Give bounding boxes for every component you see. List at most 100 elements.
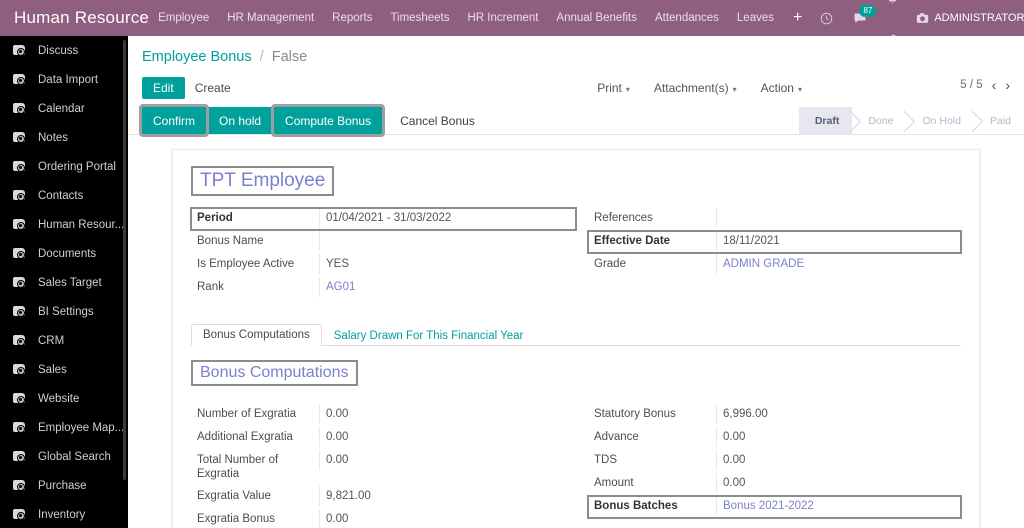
add-menu-icon[interactable]: + bbox=[783, 0, 812, 36]
main-menu: Employee HR Management Reports Timesheets HR… bbox=[149, 0, 783, 36]
sidebar-item-human-resour[interactable]: Human Resour... bbox=[0, 210, 128, 239]
field-label: Rank bbox=[197, 281, 224, 293]
status-stage-on-hold[interactable]: On Hold bbox=[906, 107, 974, 134]
app-module-icon bbox=[13, 102, 28, 115]
on-hold-button[interactable]: On hold bbox=[208, 107, 273, 134]
sidebar-item-documents[interactable]: Documents bbox=[0, 239, 128, 268]
field-value[interactable]: ADMIN GRADE bbox=[716, 254, 961, 275]
field-row: Period 01/04/2021 - 31/03/2022 bbox=[190, 207, 577, 231]
field-value: 6,996.00 bbox=[716, 404, 961, 425]
sidebar-item-label: Human Resour... bbox=[38, 218, 125, 231]
field-row: Bonus Name bbox=[191, 231, 576, 253]
cancel-bonus-button[interactable]: Cancel Bonus bbox=[384, 107, 486, 134]
sidebar-item-sales[interactable]: Sales bbox=[0, 355, 128, 384]
field-row: Rank AG01 bbox=[191, 277, 576, 299]
tab-salary-drawn-for-this-financial-year[interactable]: Salary Drawn For This Financial Year bbox=[322, 325, 536, 346]
menu-item-annual-benefits[interactable]: Annual Benefits bbox=[547, 0, 646, 36]
menu-item-reports[interactable]: Reports bbox=[323, 0, 381, 36]
sidebar-item-label: CRM bbox=[38, 334, 65, 347]
sidebar-item-label: BI Settings bbox=[38, 305, 94, 318]
field-row: Total Number of Exgratia 0.00 bbox=[191, 450, 576, 485]
app-module-icon bbox=[13, 160, 28, 173]
next-record-icon[interactable]: › bbox=[1005, 77, 1010, 93]
field-label: TDS bbox=[594, 454, 617, 466]
chevron-down-icon: ▾ bbox=[797, 85, 802, 94]
field-value[interactable]: Bonus 2021-2022 bbox=[716, 496, 961, 517]
field-row: Exgratia Value 9,821.00 bbox=[191, 485, 576, 508]
messages-count-badge: 87 bbox=[859, 5, 877, 17]
bonus-field-columns: Number of Exgratia 0.00 Additional Exgrati… bbox=[191, 404, 962, 528]
field-value: 0.00 bbox=[319, 404, 576, 425]
workflow-action-bar: Confirm On hold Compute Bonus Cancel Bon… bbox=[128, 104, 1024, 137]
sidebar-item-employee-map[interactable]: Employee Map... bbox=[0, 413, 128, 442]
sidebar-item-crm[interactable]: CRM bbox=[0, 326, 128, 355]
create-button[interactable]: Create bbox=[185, 77, 241, 99]
status-stage-draft[interactable]: Draft bbox=[798, 107, 853, 134]
messages-icon[interactable]: 87 bbox=[845, 0, 877, 36]
compute-bonus-button[interactable]: Compute Bonus bbox=[271, 104, 386, 137]
dropdown-group: Print ▾ Attachment(s) ▾ Action ▾ bbox=[585, 81, 1024, 95]
chevron-down-icon: ▾ bbox=[732, 85, 737, 94]
field-value[interactable]: AG01 bbox=[319, 277, 576, 298]
app-module-icon bbox=[13, 508, 28, 521]
sidebar-item-contacts[interactable]: Contacts bbox=[0, 181, 128, 210]
app-module-icon bbox=[13, 218, 28, 231]
record-title: TPT Employee bbox=[191, 166, 335, 196]
top-left-fields: Period 01/04/2021 - 31/03/2022 Bonus Name I… bbox=[190, 207, 577, 300]
sidebar-item-global-search[interactable]: Global Search bbox=[0, 442, 128, 471]
tab-bonus-computations[interactable]: Bonus Computations bbox=[191, 324, 322, 346]
top-navigation-bar: Human Resource Employee HR Management Repo… bbox=[0, 0, 1024, 41]
breadcrumb-parent[interactable]: Employee Bonus bbox=[142, 49, 252, 65]
clock-icon[interactable] bbox=[812, 0, 841, 36]
form-area: TPT Employee Period 01/04/2021 - 31/03/20… bbox=[128, 135, 1024, 528]
field-row: Grade ADMIN GRADE bbox=[588, 254, 961, 276]
field-label: Grade bbox=[594, 258, 626, 270]
print-dropdown[interactable]: Print ▾ bbox=[585, 81, 642, 95]
app-module-icon bbox=[13, 450, 28, 463]
sidebar-item-purchase[interactable]: Purchase bbox=[0, 471, 128, 500]
status-pipeline: Draft Done On Hold Paid bbox=[798, 107, 1024, 134]
print-label: Print bbox=[597, 81, 622, 95]
app-module-icon bbox=[13, 421, 28, 434]
menu-item-attendances[interactable]: Attendances bbox=[646, 0, 728, 36]
sidebar-item-ordering-portal[interactable]: Ordering Portal bbox=[0, 152, 128, 181]
sidebar-item-bi-settings[interactable]: BI Settings bbox=[0, 297, 128, 326]
previous-record-icon[interactable]: ‹ bbox=[992, 77, 997, 93]
menu-item-hr-increment[interactable]: HR Increment bbox=[458, 0, 547, 36]
field-value: 18/11/2021 bbox=[716, 231, 961, 252]
sidebar-item-label: Discuss bbox=[38, 44, 79, 57]
field-value: 9,821.00 bbox=[319, 485, 576, 507]
sidebar-item-inventory[interactable]: Inventory bbox=[0, 500, 128, 528]
field-row: TDS 0.00 bbox=[588, 450, 961, 472]
breadcrumb-current: False bbox=[271, 49, 308, 65]
field-label: Amount bbox=[594, 477, 634, 489]
app-module-icon bbox=[13, 44, 28, 57]
sidebar-item-notes[interactable]: Notes bbox=[0, 123, 128, 152]
field-label: Effective Date bbox=[594, 235, 671, 247]
sidebar-item-sales-target[interactable]: Sales Target bbox=[0, 268, 128, 297]
menu-item-employee[interactable]: Employee bbox=[149, 0, 218, 36]
attachments-dropdown[interactable]: Attachment(s) ▾ bbox=[642, 81, 749, 95]
record-pager: 5 / 5 ‹ › bbox=[960, 77, 1010, 93]
sidebar-item-calendar[interactable]: Calendar bbox=[0, 94, 128, 123]
user-menu[interactable]: ADMINISTRATOR ▾ bbox=[910, 12, 1024, 24]
sidebar-item-website[interactable]: Website bbox=[0, 384, 128, 413]
edit-button[interactable]: Edit bbox=[142, 77, 185, 99]
sidebar-item-discuss[interactable]: Discuss bbox=[0, 36, 128, 65]
menu-item-hr-management[interactable]: HR Management bbox=[218, 0, 323, 36]
menu-item-timesheets[interactable]: Timesheets bbox=[381, 0, 458, 36]
confirm-button[interactable]: Confirm bbox=[138, 104, 210, 137]
sidebar-item-data-import[interactable]: Data Import bbox=[0, 65, 128, 94]
field-value: 0.00 bbox=[319, 508, 576, 528]
field-label: Bonus Batches bbox=[594, 500, 678, 512]
app-brand-title: Human Resource bbox=[14, 8, 150, 27]
top-field-columns: Period 01/04/2021 - 31/03/2022 Bonus Name I… bbox=[190, 207, 962, 300]
field-row: Bonus Batches Bonus 2021-2022 bbox=[587, 495, 962, 519]
menu-item-leaves[interactable]: Leaves bbox=[728, 0, 783, 36]
sidebar-scrollbar[interactable] bbox=[123, 40, 126, 480]
sidebar-item-label: Ordering Portal bbox=[38, 160, 116, 173]
app-sidebar: Discuss Data Import Calendar Notes Ordering … bbox=[0, 36, 128, 528]
sidebar-item-label: Global Search bbox=[38, 450, 111, 463]
chevron-down-icon: ▾ bbox=[625, 85, 630, 94]
action-dropdown[interactable]: Action ▾ bbox=[749, 81, 814, 95]
